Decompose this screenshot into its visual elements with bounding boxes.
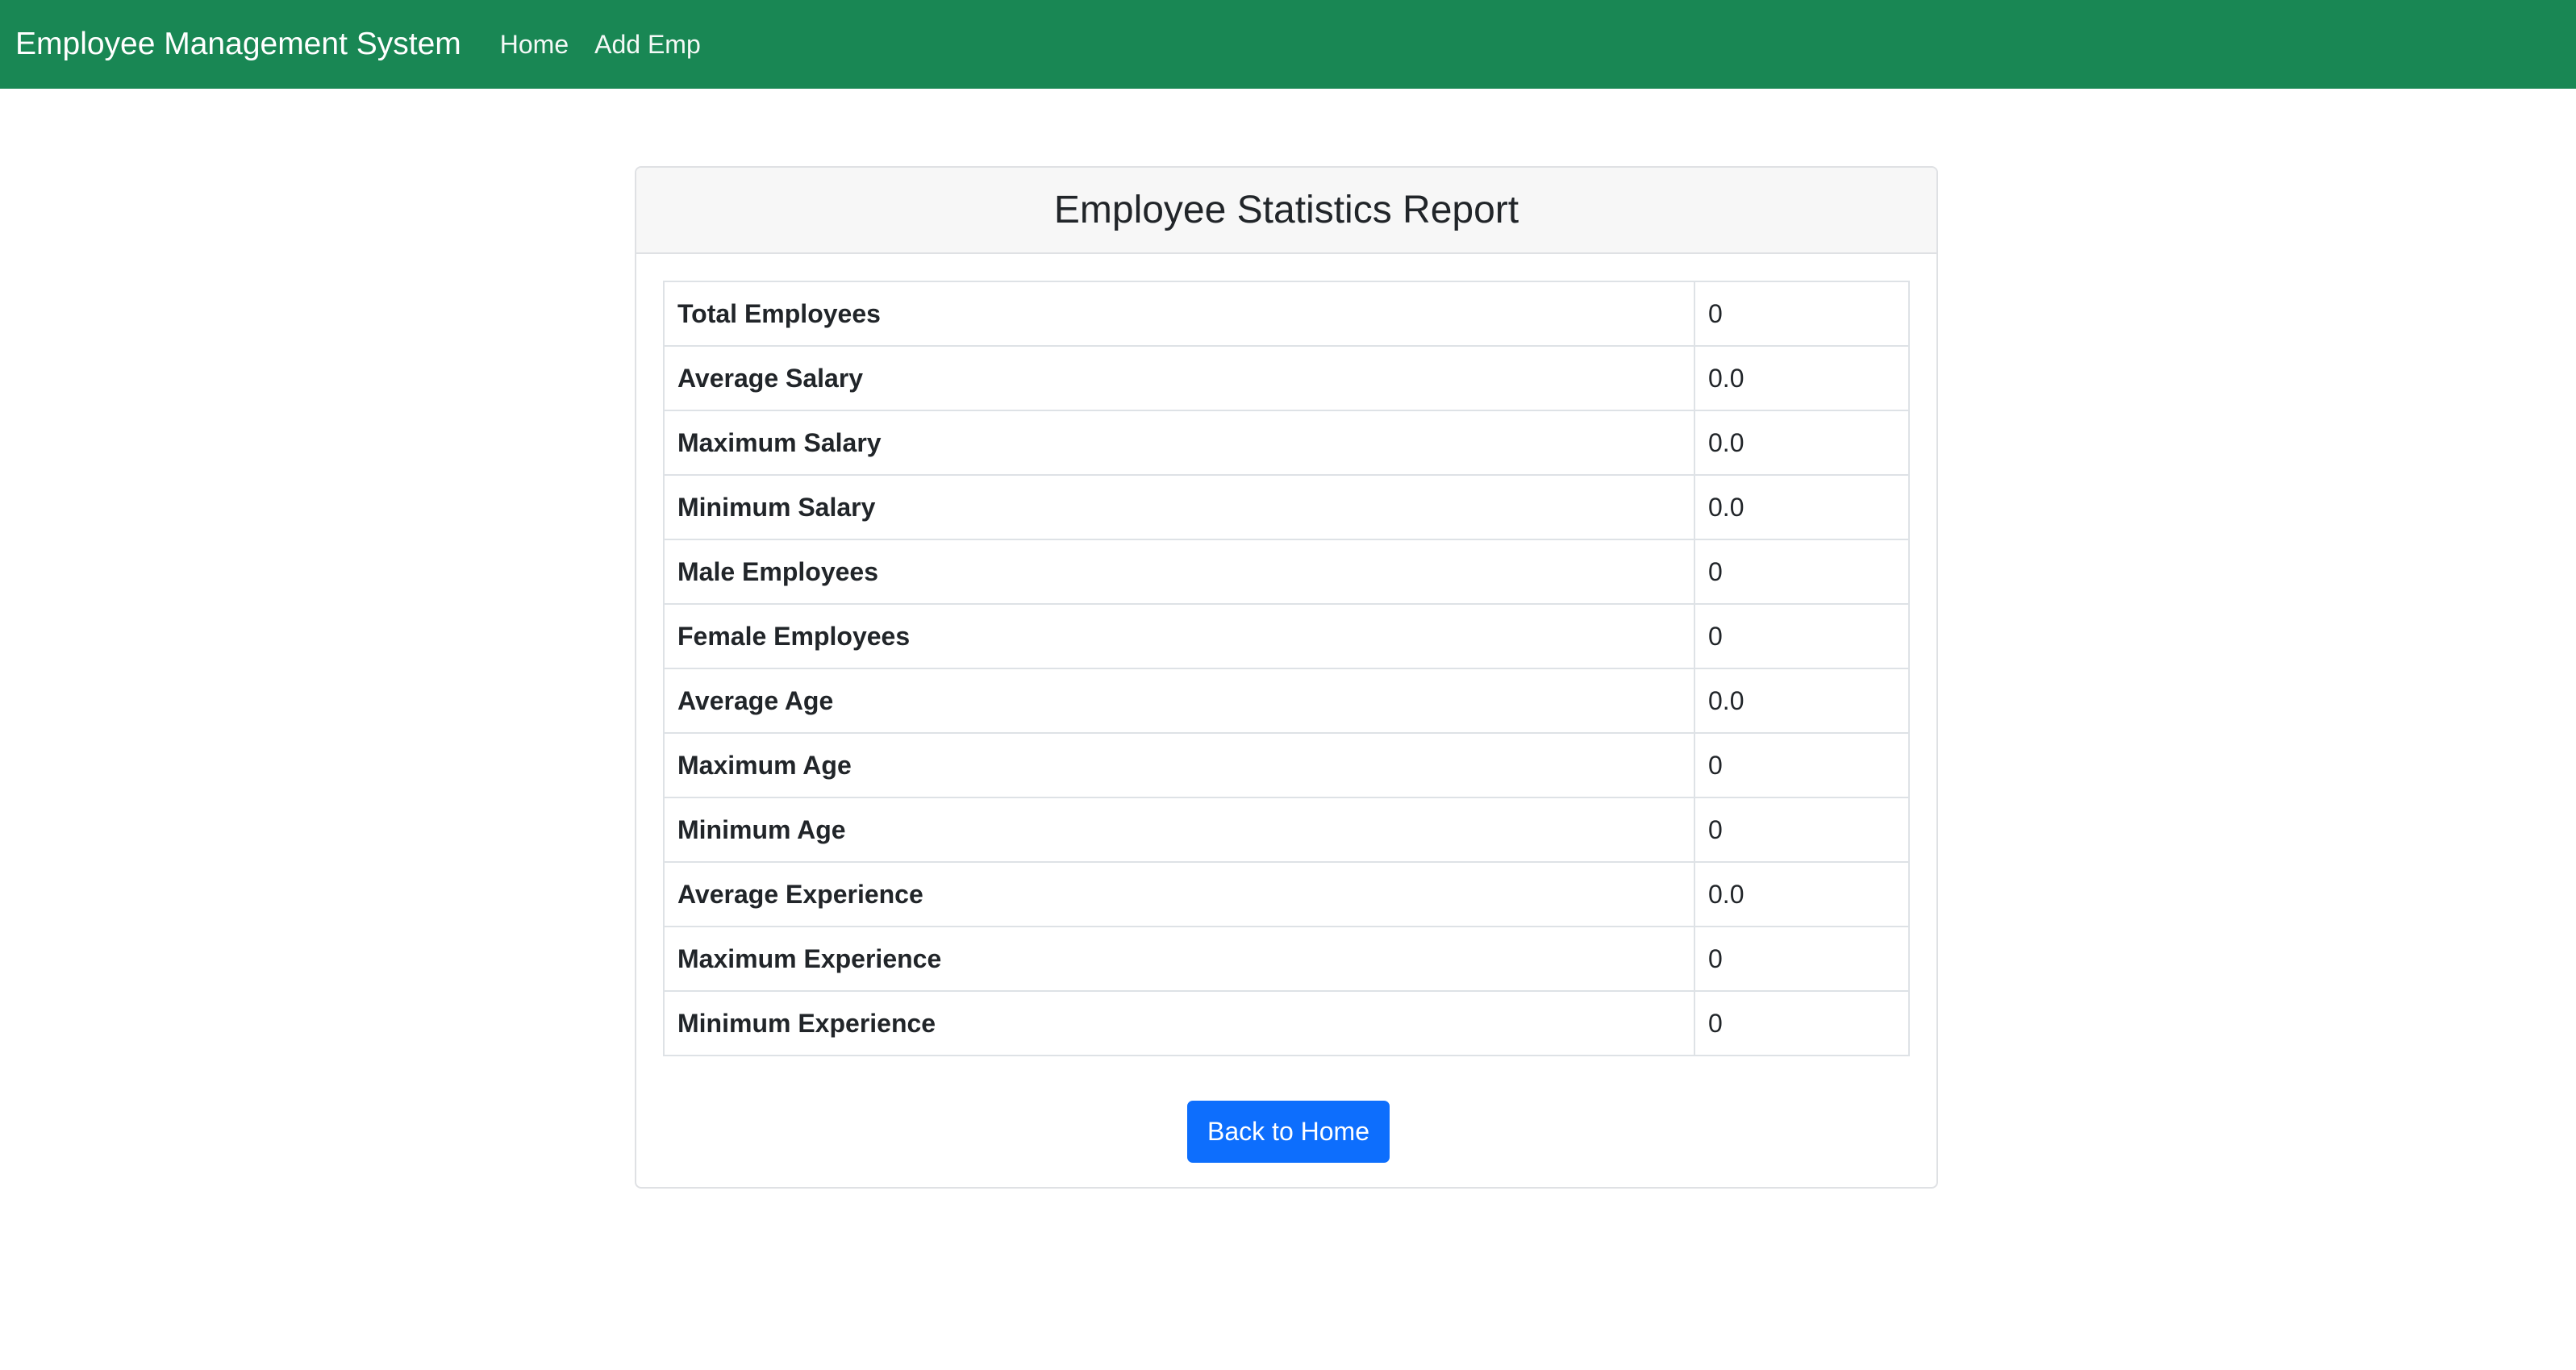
statistics-card: Employee Statistics Report Total Employe… xyxy=(635,166,1938,1189)
stat-label: Maximum Salary xyxy=(663,410,1695,476)
stat-label: Maximum Age xyxy=(663,732,1695,798)
table-row: Maximum Experience 0 xyxy=(663,926,1910,992)
brand-link[interactable]: Employee Management System xyxy=(15,27,461,62)
stat-label: Maximum Experience xyxy=(663,926,1695,992)
table-row: Minimum Experience 0 xyxy=(663,990,1910,1056)
table-row: Maximum Salary 0.0 xyxy=(663,410,1910,476)
stat-label: Total Employees xyxy=(663,281,1695,347)
nav-link-add-emp[interactable]: Add Emp xyxy=(594,30,701,60)
stat-label: Average Age xyxy=(663,668,1695,734)
stat-value: 0 xyxy=(1694,732,1910,798)
stat-value: 0.0 xyxy=(1694,668,1910,734)
stat-label: Minimum Salary xyxy=(663,474,1695,540)
stat-label: Female Employees xyxy=(663,603,1695,669)
stat-value: 0 xyxy=(1694,926,1910,992)
stat-label: Minimum Age xyxy=(663,797,1695,863)
table-row: Average Salary 0.0 xyxy=(663,345,1910,411)
stat-value: 0 xyxy=(1694,797,1910,863)
nav-link-home[interactable]: Home xyxy=(500,30,569,60)
table-row: Total Employees 0 xyxy=(663,281,1910,347)
table-row: Female Employees 0 xyxy=(663,603,1910,669)
stat-value: 0 xyxy=(1694,539,1910,605)
table-row: Average Experience 0.0 xyxy=(663,861,1910,927)
stat-value: 0.0 xyxy=(1694,345,1910,411)
stat-value: 0 xyxy=(1694,990,1910,1056)
stat-label: Minimum Experience xyxy=(663,990,1695,1056)
stat-label: Average Experience xyxy=(663,861,1695,927)
stat-value: 0.0 xyxy=(1694,861,1910,927)
table-row: Maximum Age 0 xyxy=(663,732,1910,798)
stat-label: Average Salary xyxy=(663,345,1695,411)
table-row: Average Age 0.0 xyxy=(663,668,1910,734)
back-to-home-button[interactable]: Back to Home xyxy=(1187,1101,1390,1163)
stat-value: 0 xyxy=(1694,603,1910,669)
table-row: Minimum Salary 0.0 xyxy=(663,474,1910,540)
stat-value: 0.0 xyxy=(1694,474,1910,540)
report-title: Employee Statistics Report xyxy=(1053,189,1519,231)
top-navbar: Employee Management System Home Add Emp xyxy=(0,0,2576,89)
table-row: Minimum Age 0 xyxy=(663,797,1910,863)
statistics-table: Total Employees 0 Average Salary 0.0 Max… xyxy=(663,281,1910,1056)
stat-label: Male Employees xyxy=(663,539,1695,605)
stat-value: 0.0 xyxy=(1694,410,1910,476)
stat-value: 0 xyxy=(1694,281,1910,347)
card-header: Employee Statistics Report xyxy=(636,168,1936,254)
table-row: Male Employees 0 xyxy=(663,539,1910,605)
